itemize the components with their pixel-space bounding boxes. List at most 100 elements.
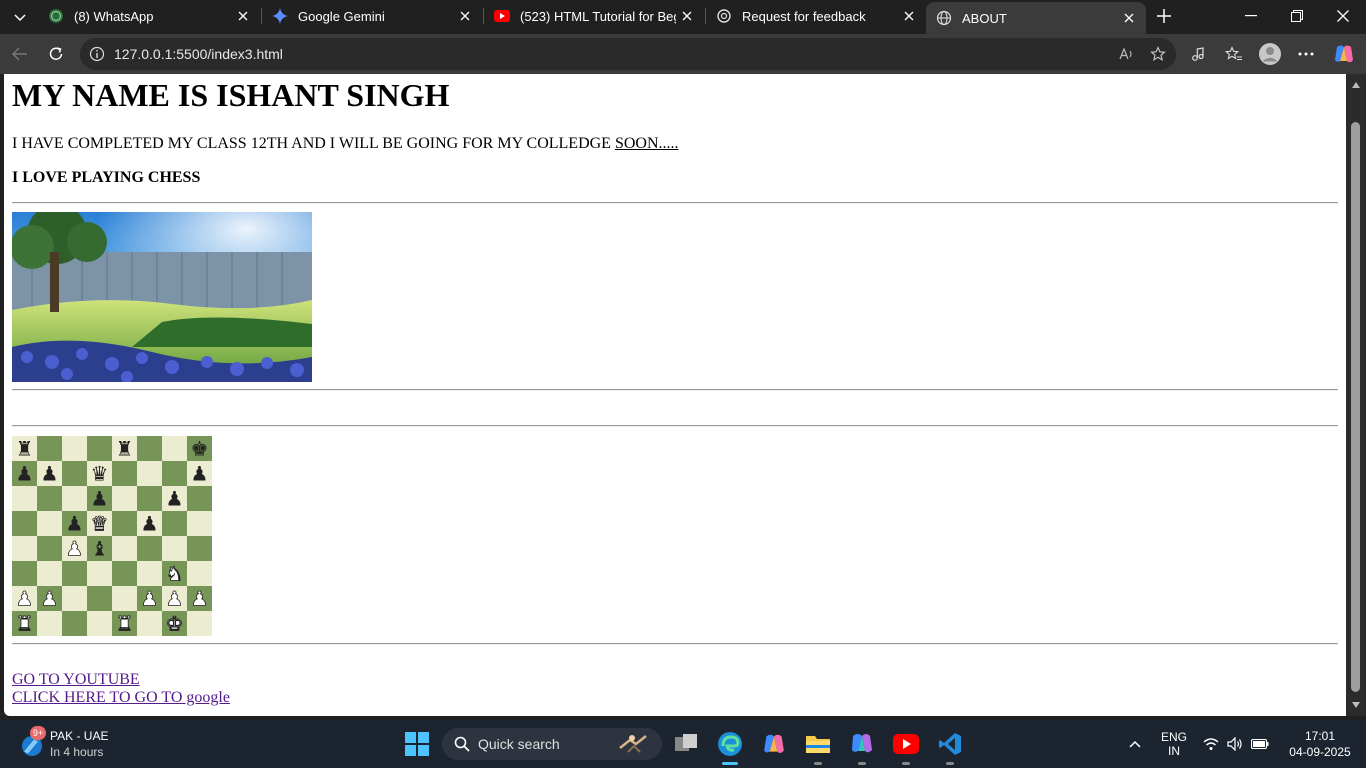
task-view-icon[interactable] <box>670 728 702 760</box>
tab-title: Request for feedback <box>742 8 866 24</box>
tab-youtube[interactable]: (523) HTML Tutorial for Beginn <box>484 0 704 32</box>
scroll-up-arrow-icon[interactable] <box>1351 80 1361 90</box>
close-tab-icon[interactable] <box>454 5 476 27</box>
chess-square <box>62 611 87 636</box>
copilot-app-icon[interactable] <box>758 728 790 760</box>
chess-square <box>87 436 112 461</box>
site-info-icon[interactable] <box>88 45 106 63</box>
page-scrollbar[interactable] <box>1346 74 1366 716</box>
horizontal-rule <box>12 202 1338 204</box>
favorite-star-icon[interactable] <box>1144 40 1172 68</box>
close-tab-icon[interactable] <box>232 5 254 27</box>
chess-square <box>37 436 62 461</box>
white-king-icon: ♚ <box>166 612 184 636</box>
scrollbar-thumb[interactable] <box>1351 122 1360 692</box>
black-pawn-icon: ♟ <box>141 512 159 536</box>
back-arrow-icon[interactable] <box>6 40 34 68</box>
tab-title: ABOUT <box>962 10 1007 26</box>
chess-square <box>87 586 112 611</box>
taskbar-search[interactable]: Quick search <box>442 728 662 760</box>
black-rook-icon: ♜ <box>16 437 34 461</box>
chess-square <box>12 511 37 536</box>
chess-square <box>37 611 62 636</box>
clock[interactable]: 17:01 04-09-2025 <box>1280 720 1360 768</box>
chess-square <box>187 486 212 511</box>
windows-start-icon[interactable] <box>401 728 433 760</box>
running-app-indicator <box>902 762 910 765</box>
read-aloud-icon[interactable] <box>1112 40 1140 68</box>
search-placeholder: Quick search <box>478 736 560 752</box>
battery-icon[interactable] <box>1249 720 1271 768</box>
bold-text: I LOVE PLAYING CHESS <box>12 169 201 186</box>
chess-square <box>162 536 187 561</box>
black-rook-icon: ♜ <box>116 437 134 461</box>
more-options-icon[interactable] <box>1292 40 1320 68</box>
language-indicator[interactable]: ENG IN <box>1154 720 1194 768</box>
black-pawn-icon: ♟ <box>66 512 84 536</box>
restore-icon[interactable] <box>1274 0 1320 32</box>
horizontal-rule <box>12 389 1338 391</box>
tab-chatgpt[interactable]: Request for feedback <box>706 0 926 32</box>
google-link[interactable]: CLICK HERE TO GO TO google <box>12 689 230 707</box>
tab-title: Google Gemini <box>298 8 385 24</box>
tab-gemini[interactable]: Google Gemini <box>262 0 482 32</box>
chess-square <box>112 561 137 586</box>
new-tab-plus-icon[interactable] <box>1152 5 1176 27</box>
close-tab-icon[interactable] <box>1118 7 1140 29</box>
white-rook-icon: ♜ <box>16 612 34 636</box>
black-pawn-icon: ♟ <box>16 462 34 486</box>
chess-square <box>112 486 137 511</box>
horizontal-rule <box>12 425 1338 427</box>
close-window-icon[interactable] <box>1320 0 1366 32</box>
m365-icon[interactable] <box>846 728 878 760</box>
youtube-app-icon[interactable] <box>890 728 922 760</box>
horizontal-rule <box>12 643 1338 645</box>
scroll-down-arrow-icon[interactable] <box>1351 700 1361 710</box>
black-pawn-icon: ♟ <box>91 487 109 511</box>
show-hidden-icons-chevron-icon[interactable] <box>1124 720 1146 768</box>
chess-square <box>37 486 62 511</box>
volume-icon[interactable] <box>1224 720 1246 768</box>
weather-widget[interactable]: 9+ PAK - UAE In 4 hours <box>14 726 134 762</box>
chess-square <box>37 536 62 561</box>
chess-square <box>162 461 187 486</box>
address-bar[interactable]: 127.0.0.1:5500/index3.html <box>80 38 1176 70</box>
intro-text: I HAVE COMPLETED MY CLASS 12TH AND I WIL… <box>12 135 615 152</box>
gemini-icon <box>272 8 288 24</box>
chess-square <box>12 561 37 586</box>
chess-square <box>187 536 212 561</box>
chess-square <box>112 586 137 611</box>
media-control-icon[interactable] <box>1184 40 1212 68</box>
tab-actions-chevron-icon[interactable] <box>8 6 32 28</box>
youtube-link[interactable]: GO TO YOUTUBE <box>12 671 140 689</box>
chatgpt-icon <box>716 8 732 24</box>
close-tab-icon[interactable] <box>676 5 698 27</box>
underlined-text: SOON..... <box>614 135 679 152</box>
close-tab-icon[interactable] <box>898 5 920 27</box>
chess-square <box>87 611 112 636</box>
profile-avatar[interactable] <box>1256 40 1284 68</box>
chess-square <box>162 511 187 536</box>
url-text[interactable]: 127.0.0.1:5500/index3.html <box>114 46 1112 62</box>
wifi-icon[interactable] <box>1200 720 1222 768</box>
chess-square <box>187 561 212 586</box>
refresh-icon[interactable] <box>42 40 70 68</box>
chess-square <box>137 536 162 561</box>
edge-browser-icon[interactable] <box>714 728 746 760</box>
black-queen-icon: ♛ <box>91 462 109 486</box>
clock-time: 17:01 <box>1304 729 1336 743</box>
language-bottom: IN <box>1168 744 1180 758</box>
copilot-icon[interactable] <box>1330 40 1358 68</box>
tab-whatsapp[interactable]: (8) WhatsApp <box>38 0 260 32</box>
favorites-icon[interactable] <box>1220 40 1248 68</box>
language-top: ENG <box>1160 730 1187 744</box>
vscode-icon[interactable] <box>934 728 966 760</box>
tab-about[interactable]: ABOUT <box>926 2 1146 34</box>
file-explorer-icon[interactable] <box>802 728 834 760</box>
weather-title: PAK - UAE <box>50 729 109 743</box>
anime-landscape-image <box>12 212 312 382</box>
chess-square <box>37 511 62 536</box>
running-app-indicator <box>858 762 866 765</box>
chess-square <box>12 536 37 561</box>
minimize-icon[interactable] <box>1228 0 1274 32</box>
